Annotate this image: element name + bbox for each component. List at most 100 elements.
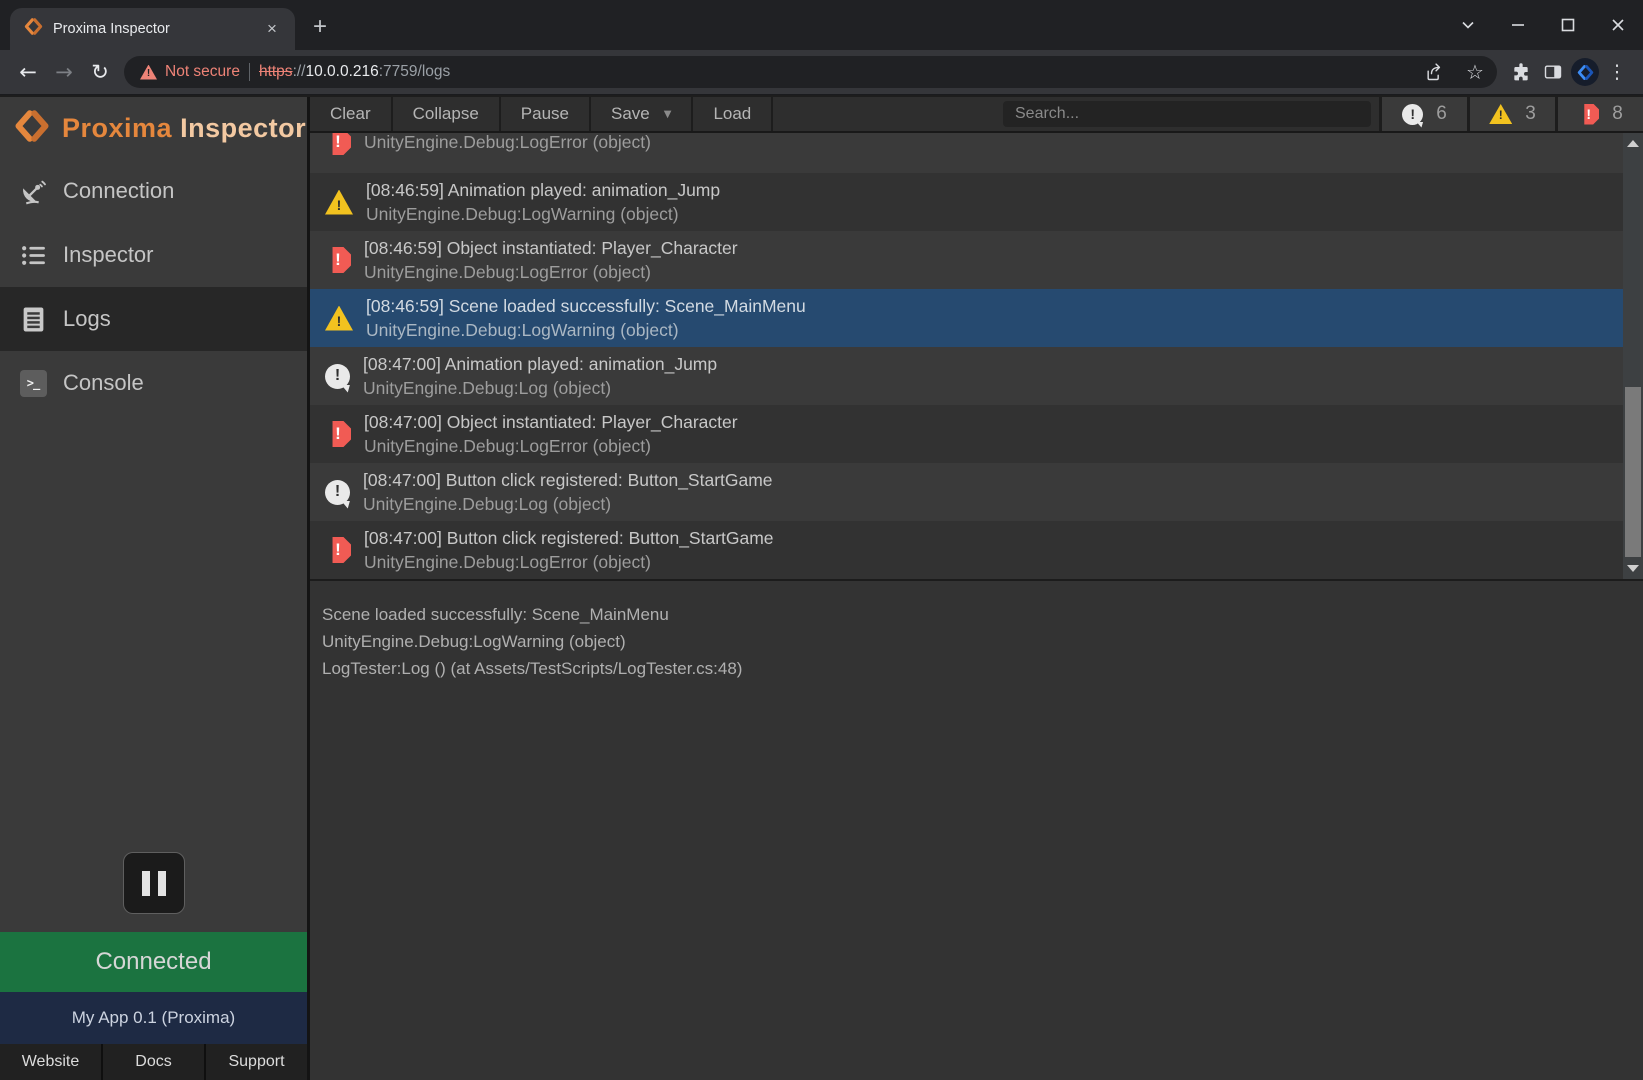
collapse-button[interactable]: Collapse (393, 97, 501, 131)
window-controls (1443, 0, 1643, 50)
tab-bar: Proxima Inspector × + (0, 0, 1643, 50)
connection-status-badge: Connected (0, 932, 307, 992)
url-separator: :// (293, 63, 306, 80)
error-icon: ! (325, 247, 351, 273)
clear-button[interactable]: Clear (310, 97, 393, 131)
scrollbar-thumb[interactable] (1625, 387, 1641, 557)
info-icon: ! (325, 364, 350, 389)
scroll-up-arrow-icon[interactable] (1627, 140, 1639, 147)
warning-icon: ! (325, 190, 353, 215)
url-omnibox[interactable]: ! Not secure https://10.0.0.216:7759/log… (124, 56, 1497, 88)
error-icon: ! (1578, 104, 1599, 125)
url-host: 10.0.0.216 (305, 63, 378, 80)
save-button[interactable]: Save ▼ (591, 97, 693, 131)
sidebar-item-connection[interactable]: Connection (0, 159, 307, 223)
support-link[interactable]: Support (206, 1044, 307, 1080)
app-logo: Proxima Inspector (0, 97, 307, 159)
warning-filter-badge[interactable]: ! 3 (1467, 97, 1555, 131)
extensions-puzzle-icon[interactable] (1505, 56, 1537, 88)
not-secure-warning-icon: ! (140, 65, 157, 80)
log-row[interactable]: ! [08:47:00] Object instantiated: Player… (310, 405, 1623, 463)
app-version-label: My App 0.1 (Proxima) (0, 992, 307, 1044)
log-row[interactable]: ! [08:46:59] Animation played: animation… (310, 173, 1623, 231)
info-filter-badge[interactable]: ! 6 (1379, 97, 1467, 131)
proxima-logo-icon (14, 108, 50, 149)
detail-stack-2: LogTester:Log () (at Assets/TestScripts/… (322, 655, 1631, 682)
address-bar: ← → ↻ ! Not secure https://10.0.0.216:77… (0, 50, 1643, 95)
website-link[interactable]: Website (0, 1044, 103, 1080)
log-row[interactable]: ! UnityEngine.Debug:LogError (object) (310, 133, 1623, 173)
minimize-button[interactable] (1493, 0, 1543, 50)
log-row[interactable]: ! [08:47:00] Button click registered: Bu… (310, 521, 1623, 579)
pause-icon (142, 871, 150, 896)
pause-stream-button[interactable] (123, 852, 185, 914)
info-icon: ! (1402, 104, 1423, 125)
side-panel-icon[interactable] (1537, 56, 1569, 88)
error-count: 8 (1612, 103, 1623, 125)
warning-count: 3 (1525, 103, 1536, 125)
url-scheme: https (259, 63, 293, 80)
detail-stack-1: UnityEngine.Debug:LogWarning (object) (322, 628, 1631, 655)
info-count: 6 (1436, 103, 1447, 125)
search-input[interactable] (1003, 101, 1371, 127)
log-row[interactable]: ! [08:47:00] Button click registered: Bu… (310, 463, 1623, 521)
sidebar-footer: Website Docs Support (0, 1044, 307, 1080)
reload-icon[interactable]: ↻ (82, 55, 118, 89)
warning-icon: ! (325, 306, 353, 331)
omnibox-divider (249, 63, 250, 81)
browser-window: Proxima Inspector × + ← → ↻ ! Not (0, 0, 1643, 1080)
log-detail-panel: Scene loaded successfully: Scene_MainMen… (310, 579, 1643, 1080)
save-dropdown-caret-icon[interactable]: ▼ (664, 109, 672, 120)
tab-search-chevron-icon[interactable] (1443, 0, 1493, 50)
pause-logs-button[interactable]: Pause (501, 97, 591, 131)
log-row[interactable]: ! [08:46:59] Object instantiated: Player… (310, 231, 1623, 289)
logs-toolbar: Clear Collapse Pause Save ▼ Load ! 6 ! (310, 97, 1643, 133)
tab-title: Proxima Inspector (53, 21, 251, 37)
security-chip[interactable]: ! Not secure (140, 63, 240, 81)
satellite-dish-icon (18, 177, 48, 206)
scroll-down-arrow-icon[interactable] (1627, 565, 1639, 572)
back-icon[interactable]: ← (10, 55, 46, 89)
sidebar-item-label: Console (63, 370, 144, 396)
terminal-console-icon: >_ (18, 370, 48, 397)
bookmark-star-icon[interactable]: ☆ (1459, 56, 1491, 88)
document-logs-icon (18, 306, 48, 333)
error-filter-badge[interactable]: ! 8 (1555, 97, 1643, 131)
log-scrollbar[interactable] (1623, 133, 1643, 579)
sidebar-item-logs[interactable]: Logs (0, 287, 307, 351)
url-port-path: :7759/logs (379, 63, 451, 80)
warning-icon: ! (1489, 104, 1512, 124)
avatar-proxima-logo-icon (1571, 58, 1599, 86)
bulleted-list-icon (18, 242, 48, 269)
sidebar-spacer (0, 415, 307, 852)
maximize-button[interactable] (1543, 0, 1593, 50)
sidebar-item-label: Logs (63, 306, 111, 332)
log-row[interactable]: ! [08:47:00] Animation played: animation… (310, 347, 1623, 405)
not-secure-label: Not secure (165, 63, 240, 81)
sidebar-item-label: Connection (63, 178, 174, 204)
profile-avatar[interactable] (1569, 56, 1601, 88)
log-row-selected[interactable]: ! [08:46:59] Scene loaded successfully: … (310, 289, 1623, 347)
browser-tab[interactable]: Proxima Inspector × (10, 8, 295, 50)
load-button[interactable]: Load (693, 97, 773, 131)
sidebar-item-label: Inspector (63, 242, 154, 268)
app-title: Proxima Inspector (62, 113, 306, 144)
browser-menu-icon[interactable]: ⋮ (1601, 56, 1633, 88)
logs-page: Clear Collapse Pause Save ▼ Load ! 6 ! (310, 97, 1643, 1080)
sidebar: Proxima Inspector Connection (0, 97, 310, 1080)
close-window-button[interactable] (1593, 0, 1643, 50)
forward-icon[interactable]: → (46, 55, 82, 89)
sidebar-item-console[interactable]: >_ Console (0, 351, 307, 415)
error-icon: ! (325, 421, 351, 447)
sidebar-item-inspector[interactable]: Inspector (0, 223, 307, 287)
tab-favicon-proxima-icon (24, 17, 43, 41)
tab-close-icon[interactable]: × (261, 18, 283, 40)
info-icon: ! (325, 480, 350, 505)
log-list: ! UnityEngine.Debug:LogError (object) ! … (310, 133, 1643, 579)
new-tab-button[interactable]: + (305, 12, 335, 42)
docs-link[interactable]: Docs (103, 1044, 206, 1080)
error-icon: ! (325, 133, 351, 155)
share-icon[interactable] (1418, 56, 1450, 88)
error-icon: ! (325, 537, 351, 563)
url-text: https://10.0.0.216:7759/logs (259, 63, 1409, 81)
